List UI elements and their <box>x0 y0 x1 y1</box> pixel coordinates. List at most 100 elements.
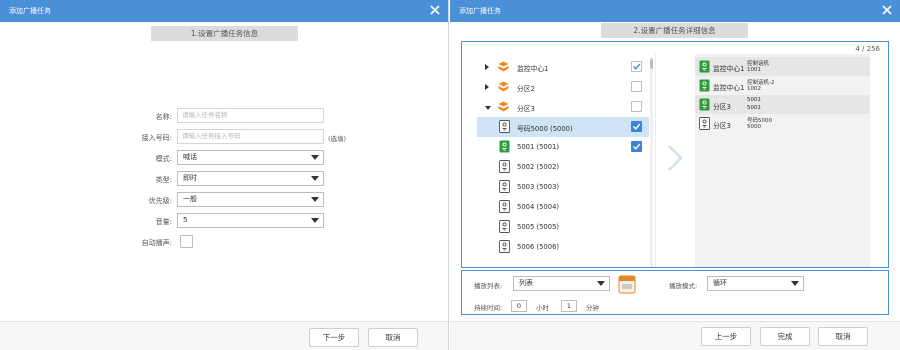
volume-select[interactable]: 5 <box>177 213 324 228</box>
next-button[interactable]: 下一步 <box>309 328 359 347</box>
phone-device-icon <box>699 117 710 130</box>
options-panel: 播放列表: 列表 播放模式: 循环 持续时间: 0 小时 1 分钟 <box>461 270 889 315</box>
step-indicator: 1.设置广播任务信息 <box>151 26 298 41</box>
tree-row[interactable]: 5001 (5001) <box>477 137 649 157</box>
phone-device-icon <box>699 98 710 111</box>
selected-name: 控制话机-2 <box>747 80 775 86</box>
chevron-down-icon <box>597 281 605 286</box>
mode-value: 喊话 <box>183 153 197 161</box>
tree-row-label: 5004 (5004) <box>517 203 560 211</box>
selected-num: 5001 <box>747 105 761 111</box>
autostart-checkbox[interactable] <box>180 235 193 248</box>
tree-row[interactable]: 5002 (5002) <box>477 157 649 177</box>
optional-note: (选填) <box>328 135 347 143</box>
phone-device-icon <box>499 220 510 233</box>
playmode-select[interactable]: 循环 <box>707 276 804 291</box>
scrollbar-thumb[interactable] <box>650 59 653 69</box>
tree-row-checkbox[interactable] <box>631 121 642 132</box>
number-input[interactable]: 请输入任务接入号码 <box>177 129 324 144</box>
footer: 下一步 取消 <box>0 321 448 350</box>
autostart-label: 自动播声: <box>141 239 172 247</box>
selected-row[interactable]: 监控中心1 控制话机-2 1002 <box>695 76 870 95</box>
selected-num: 1002 <box>747 86 761 92</box>
hours-unit: 小时 <box>536 304 549 312</box>
cancel-button[interactable]: 取消 <box>818 327 868 346</box>
tree-row[interactable]: 分区3 <box>477 97 649 117</box>
playlist-value: 列表 <box>519 279 533 287</box>
tree-row-label: 5002 (5002) <box>517 163 560 171</box>
hours-input[interactable]: 0 <box>511 300 527 312</box>
tree-row-checkbox[interactable] <box>631 101 642 112</box>
finish-button[interactable]: 完成 <box>760 327 810 346</box>
phone-device-icon <box>699 60 710 73</box>
mode-select[interactable]: 喊话 <box>177 150 324 165</box>
volume-label: 音量: <box>155 218 172 226</box>
tree-row-checkbox[interactable] <box>631 81 642 92</box>
step-indicator: 2.设置广播任务详细信息 <box>601 23 748 38</box>
selected-row[interactable]: 监控中心1 控制话机 1001 <box>695 57 870 76</box>
calendar-icon[interactable] <box>618 274 636 294</box>
tree-row[interactable]: 5005 (5005) <box>477 217 649 237</box>
priority-value: 一般 <box>183 195 197 203</box>
priority-label: 优先级: <box>148 197 172 205</box>
chevron-down-icon <box>791 281 799 286</box>
dialog-title: 添加广播任务 <box>459 7 501 15</box>
name-input[interactable]: 请输入任务名称 <box>177 108 324 123</box>
playmode-value: 循环 <box>713 279 727 287</box>
dialog-title: 添加广播任务 <box>9 7 51 15</box>
titlebar: 添加广播任务 <box>450 0 900 22</box>
chevron-right-icon[interactable] <box>666 144 684 172</box>
tree-row-label: 监控中心1 <box>517 65 549 73</box>
expand-down-icon[interactable] <box>485 106 491 110</box>
type-select[interactable]: 即时 <box>177 171 324 186</box>
tree-row-label: 5005 (5005) <box>517 223 560 231</box>
type-value: 即时 <box>183 174 197 182</box>
selected-name: 号码5000 <box>747 118 772 124</box>
tree-row[interactable]: 5003 (5003) <box>477 177 649 197</box>
selected-num: 1001 <box>747 67 761 73</box>
playlist-select[interactable]: 列表 <box>513 276 610 291</box>
zone-icon <box>498 81 509 92</box>
tree-row[interactable]: 5004 (5004) <box>477 197 649 217</box>
tree-row[interactable]: 分区2 <box>477 77 649 97</box>
titlebar: 添加广播任务 <box>0 0 448 22</box>
tree-row-label: 号码5000 (5000) <box>517 125 573 133</box>
footer: 上一步 完成 取消 <box>450 321 900 350</box>
expand-right-icon[interactable] <box>485 64 489 70</box>
prev-button[interactable]: 上一步 <box>701 327 751 346</box>
selected-zone: 监控中心1 <box>713 84 745 92</box>
tree-row[interactable]: 5006 (5006) <box>477 237 649 257</box>
expand-right-icon[interactable] <box>485 84 489 90</box>
tree-row-label: 5001 (5001) <box>517 143 560 151</box>
type-label: 类型: <box>155 176 172 184</box>
phone-device-icon <box>699 79 710 92</box>
zone-icon <box>498 101 509 112</box>
mode-label: 模式: <box>155 155 172 163</box>
minutes-unit: 分钟 <box>586 304 599 312</box>
chevron-down-icon <box>311 155 319 160</box>
name-label: 名称: <box>155 113 172 121</box>
tree-row[interactable]: 号码5000 (5000) <box>477 117 649 137</box>
duration-label: 持续时间: <box>474 304 503 312</box>
selected-row[interactable]: 分区3 号码5000 5000 <box>695 114 870 133</box>
selected-name: 5001 <box>747 97 761 103</box>
playmode-label: 播放模式: <box>669 282 698 290</box>
selected-row[interactable]: 分区3 5001 5001 <box>695 95 870 114</box>
phone-device-icon <box>499 160 510 173</box>
tree-row-checkbox[interactable] <box>631 141 642 152</box>
close-icon[interactable] <box>428 3 442 17</box>
cancel-button[interactable]: 取消 <box>368 328 418 347</box>
selected-name: 控制话机 <box>747 61 770 67</box>
close-icon[interactable] <box>880 3 894 17</box>
tree-scrollbar[interactable] <box>650 57 653 267</box>
playlist-label: 播放列表: <box>474 282 503 290</box>
tree-row[interactable]: 监控中心1 <box>477 57 649 77</box>
selected-num: 5000 <box>747 124 761 130</box>
phone-device-icon <box>499 140 510 153</box>
phone-device-icon <box>499 200 510 213</box>
priority-select[interactable]: 一般 <box>177 192 324 207</box>
tree-row-checkbox[interactable] <box>631 61 642 72</box>
phone-device-icon <box>499 120 510 133</box>
minutes-input[interactable]: 1 <box>561 300 577 312</box>
zone-icon <box>498 61 509 72</box>
